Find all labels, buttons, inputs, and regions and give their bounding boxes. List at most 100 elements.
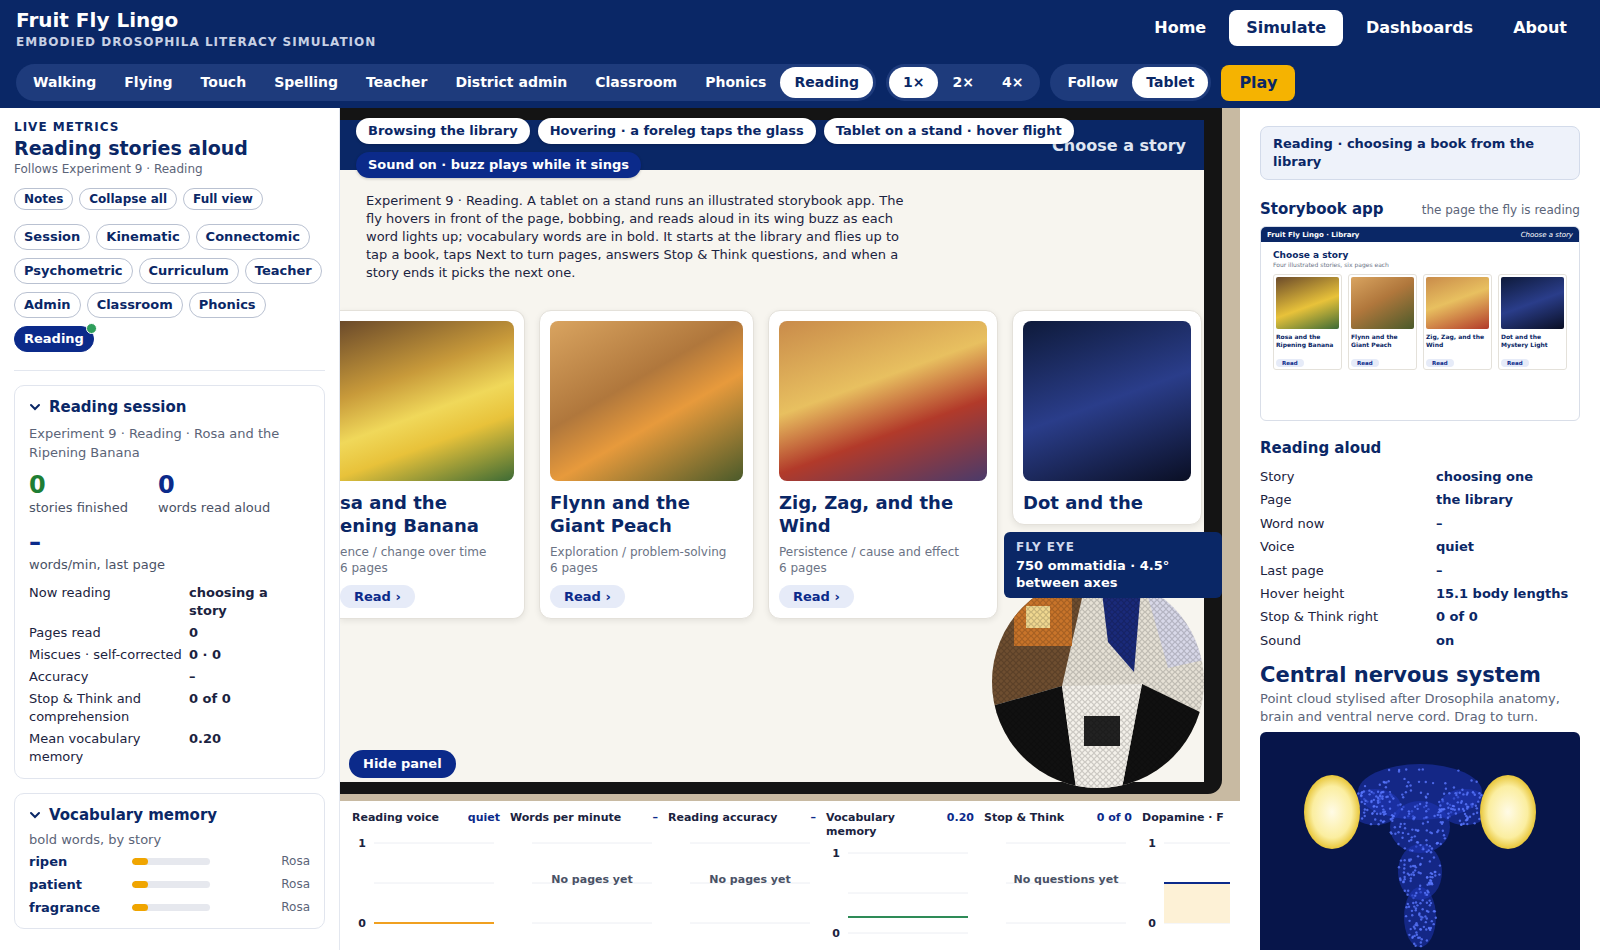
card-header[interactable]: Vocabulary memory <box>29 806 310 824</box>
speed-tab[interactable]: 1× <box>889 67 938 98</box>
read-button[interactable]: Read › <box>550 585 625 608</box>
chart-header: Stop & Think0 of 0 <box>984 811 1132 829</box>
filter-chip[interactable]: Reading <box>14 326 94 352</box>
axis-tick: 1 <box>832 847 840 860</box>
scene-chips: Browsing the libraryHovering · a foreleg… <box>356 118 1074 178</box>
story-title-line: sa and the <box>340 491 514 514</box>
play-button[interactable]: Play <box>1221 65 1295 101</box>
vocab-word: ripen <box>29 853 132 870</box>
read-button[interactable]: Read › <box>779 585 854 608</box>
stat-label: stories finished <box>29 500 128 515</box>
mode-tab[interactable]: Touch <box>187 67 261 98</box>
mini-chart-panel: Vocabulary memory0.2010 <box>824 811 982 950</box>
stat-value: 0 <box>29 470 128 500</box>
filter-chip[interactable]: Phonics <box>189 292 266 318</box>
card-header[interactable]: Reading session <box>29 398 310 416</box>
hide-panel-button[interactable]: Hide panel <box>349 750 456 778</box>
story-card[interactable]: sa and theening Bananaence / change over… <box>340 310 525 619</box>
nav-item[interactable]: Dashboards <box>1349 10 1490 46</box>
thumb-card-title: Rosa and the Ripening Banana <box>1276 333 1339 349</box>
thumb-illustration <box>1501 277 1564 329</box>
mode-tab[interactable]: Phonics <box>691 67 780 98</box>
detail-value: – <box>1436 512 1580 535</box>
reading-heading: Reading aloud <box>1260 439 1580 457</box>
mode-tab[interactable]: Walking <box>19 67 110 98</box>
story-illustration <box>340 321 514 481</box>
app-header: Fruit Fly LingoEMBODIED DROSOPHILA LITER… <box>0 0 1600 108</box>
detail-label: Page <box>1260 488 1436 511</box>
mini-chart: 10 <box>826 843 972 943</box>
story-meta: 6 pages <box>550 561 743 575</box>
nav-item[interactable]: Simulate <box>1229 10 1343 46</box>
story-title-line: Zig, Zag, and the <box>779 491 987 514</box>
brain-viewer[interactable] <box>1260 732 1580 950</box>
speed-tab[interactable]: 2× <box>938 67 987 98</box>
filter-chip[interactable]: Teacher <box>245 258 322 284</box>
nav-item[interactable]: Home <box>1137 10 1223 46</box>
nav-item[interactable]: About <box>1496 10 1584 46</box>
chart-value: 0.20 <box>947 811 974 839</box>
detail-value: on <box>1436 629 1580 652</box>
mode-tab[interactable]: Flying <box>110 67 186 98</box>
detail-value: – <box>1436 559 1580 582</box>
mode-tab[interactable]: District admin <box>441 67 581 98</box>
memory-track <box>132 858 210 865</box>
thumb-illustration <box>1351 277 1414 329</box>
story-illustration <box>1023 321 1191 481</box>
thumb-app-title: Fruit Fly Lingo · Library <box>1267 231 1359 239</box>
mode-tab[interactable]: Reading <box>780 67 873 98</box>
read-button[interactable]: Read › <box>340 585 415 608</box>
story-meta: 6 pages <box>779 561 987 575</box>
brain-point-cloud[interactable] <box>1260 732 1580 950</box>
story-title-line: ening Banana <box>340 514 514 537</box>
filter-chip[interactable]: Connectomic <box>196 224 310 250</box>
vocab-row: ripenRosa <box>29 853 310 870</box>
filter-chip[interactable]: Classroom <box>87 292 183 318</box>
chevron-icon[interactable] <box>29 401 41 413</box>
filter-chip[interactable]: Admin <box>14 292 81 318</box>
panel-subtitle: Follows Experiment 9 · Reading <box>14 162 325 176</box>
series-area <box>1164 883 1230 923</box>
simulation-scene[interactable]: Choose a storysa and theening Bananaence… <box>340 108 1240 801</box>
chevron-icon[interactable] <box>29 809 41 821</box>
app-title: Fruit Fly Lingo <box>16 8 376 32</box>
story-theme: Exploration / problem-solving <box>550 545 743 559</box>
action-button[interactable]: Full view <box>183 188 263 210</box>
action-button[interactable]: Notes <box>14 188 73 210</box>
speed-tab[interactable]: 4× <box>988 67 1037 98</box>
mode-tab[interactable]: Classroom <box>581 67 691 98</box>
memory-track <box>132 881 210 888</box>
fly-eye-tooltip: FLY EYE750 ommatidia · 4.5° between axes <box>1004 532 1222 598</box>
thumb-card: Dot and the Mystery LightRead <box>1498 274 1567 370</box>
detail-value: choosing one <box>1436 465 1580 488</box>
vocab-word: patient <box>29 876 132 893</box>
story-card[interactable]: Dot and the <box>1012 310 1202 525</box>
filter-chip[interactable]: Session <box>14 224 90 250</box>
section-title: Reading aloud <box>1260 439 1381 457</box>
vocab-story: Rosa <box>210 876 310 893</box>
filter-chip[interactable]: Curriculum <box>139 258 239 284</box>
mini-chart: 10 <box>1142 833 1234 933</box>
reading-session-card: Reading sessionExperiment 9 · Reading · … <box>14 385 325 779</box>
mode-tab[interactable]: Teacher <box>352 67 441 98</box>
status-box: Reading · choosing a book from the libra… <box>1260 126 1580 180</box>
filter-chip[interactable]: Kinematic <box>96 224 189 250</box>
chart-header: Dopamine · F <box>1142 811 1232 829</box>
active-dot <box>86 323 97 334</box>
camera-tab[interactable]: Tablet <box>1132 67 1208 98</box>
mode-tab[interactable]: Spelling <box>260 67 352 98</box>
chart-header: Words per minute– <box>510 811 658 829</box>
filter-chip[interactable]: Psychometric <box>14 258 133 284</box>
chart-value: quiet <box>468 811 500 829</box>
simulation-area: Choose a storysa and theening Bananaence… <box>340 108 1240 950</box>
stat: 0words read aloud <box>158 470 270 515</box>
story-card[interactable]: Flynn and theGiant PeachExploration / pr… <box>539 310 754 619</box>
experiment-description: Experiment 9 · Reading. A tablet on a st… <box>366 192 906 282</box>
detail-label: Pages read <box>29 624 189 642</box>
action-button[interactable]: Collapse all <box>79 188 177 210</box>
camera-tab[interactable]: Follow <box>1053 67 1132 98</box>
detail-label: Word now <box>1260 512 1436 535</box>
story-card[interactable]: Zig, Zag, and theWindPersistence / cause… <box>768 310 998 619</box>
filter-chips: SessionKinematicConnectomicPsychometricC… <box>14 224 325 371</box>
chart-title: Words per minute <box>510 811 621 829</box>
